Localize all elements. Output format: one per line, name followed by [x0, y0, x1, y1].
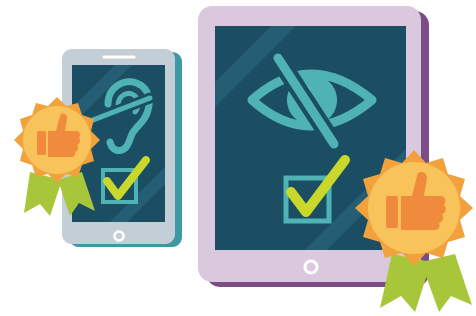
accessibility-illustration — [0, 0, 476, 316]
badge-ribbon-right — [421, 254, 472, 312]
